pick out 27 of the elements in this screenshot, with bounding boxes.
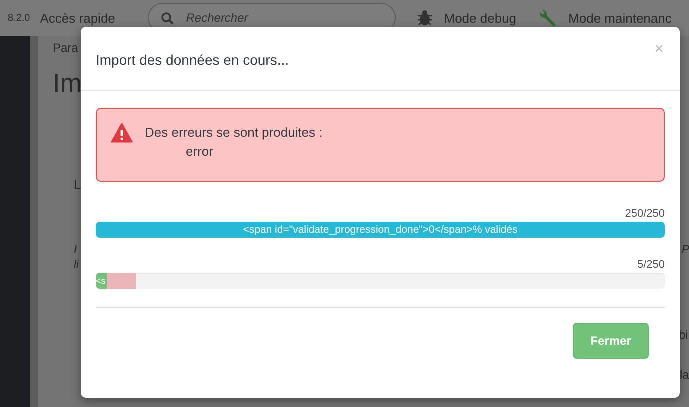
hint-text: li [74,259,79,271]
search-icon [161,12,174,24]
scrollbar[interactable] [30,36,38,407]
field-label: L [74,177,82,192]
quick-access-menu[interactable]: Accès rapide [40,10,138,26]
error-detail: error [185,143,214,161]
table-cell: bi [679,328,688,342]
progress-count: 250/250 [624,208,665,220]
debug-mode-link[interactable]: Mode debug [444,10,517,26]
warning-icon [111,123,133,143]
table-cell: la [680,368,689,382]
wrench-icon [538,9,557,27]
dialog-title: Import des données en cours... [96,52,289,68]
close-button[interactable]: × [654,41,664,59]
progress-fill: <s [96,273,108,289]
page-title: Im [53,68,82,99]
version-label: 8.2.0 [8,12,30,24]
hint-text: P [682,244,689,256]
search-field[interactable]: Rechercher [186,11,366,25]
error-message: Des erreurs se sont produites : [145,124,323,142]
bug-icon [418,10,432,26]
breadcrumb[interactable]: Para [53,41,78,55]
maintenance-mode-link[interactable]: Mode maintenanc [568,10,672,26]
hint-text: I [74,244,78,256]
progress-count: 5/250 [636,259,665,271]
progress-fill: <span id="validate_progression_done">0</span>% validés [96,222,665,238]
close-button[interactable]: Fermer [573,323,649,359]
